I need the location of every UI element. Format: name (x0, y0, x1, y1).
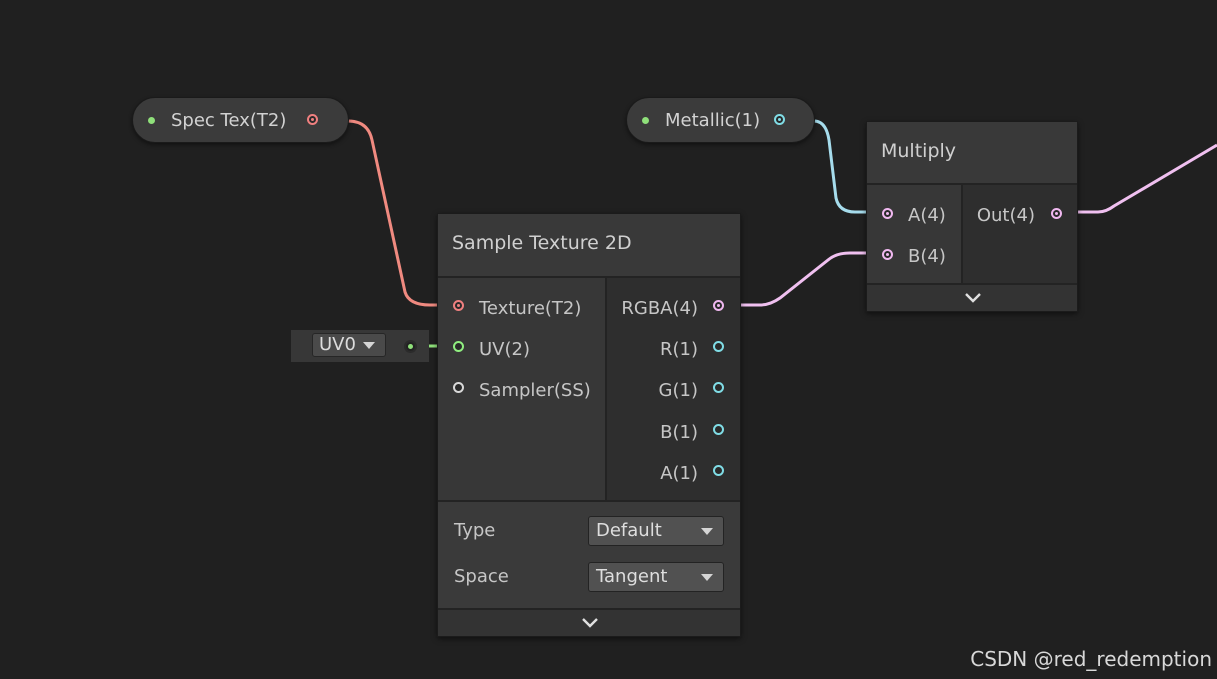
r-output-port[interactable] (713, 341, 724, 352)
space-value: Tangent (596, 566, 668, 587)
rgba-output-label: RGBA(4) (621, 298, 698, 319)
ports-column-divider (605, 278, 607, 500)
b-input-port[interactable] (882, 249, 893, 260)
uv-inline-port[interactable] (406, 342, 415, 351)
sampler-input-port[interactable] (453, 382, 464, 393)
sampler-input-label: Sampler(SS) (479, 380, 591, 401)
type-dropdown[interactable]: Default (588, 516, 724, 546)
a-input-label: A(4) (908, 205, 946, 226)
expand-toggle[interactable] (438, 610, 740, 636)
texture-input-port[interactable] (453, 300, 464, 311)
multiply-node[interactable]: Multiply A(4) B(4) Out(4) (866, 121, 1078, 312)
spec-tex-property-node[interactable]: Spec Tex(T2) (132, 97, 349, 143)
a-input-port[interactable] (882, 208, 893, 219)
texture-input-label: Texture(T2) (479, 298, 582, 319)
out-output-label: Out(4) (976, 205, 1035, 226)
out-output-port[interactable] (1051, 208, 1062, 219)
space-label: Space (454, 566, 509, 587)
uv-channel-value: UV0 (319, 334, 356, 355)
metallic-output-port[interactable] (774, 114, 785, 125)
space-dropdown[interactable]: Tangent (588, 562, 724, 592)
spec-tex-label: Spec Tex(T2) (171, 110, 287, 131)
r-output-label: R(1) (659, 339, 698, 360)
node-title-bar[interactable]: Sample Texture 2D (438, 214, 740, 276)
b-input-label: B(4) (908, 246, 946, 267)
a-output-label: A(1) (660, 463, 698, 484)
ports-column-divider (961, 185, 963, 283)
wire-rgba-to-b (720, 251, 886, 307)
uv-input-label: UV(2) (479, 339, 530, 360)
property-exposed-dot (148, 117, 155, 124)
chevron-down-icon (701, 574, 713, 581)
node-title: Sample Texture 2D (452, 232, 632, 254)
chevron-down-icon (363, 342, 375, 349)
a-output-port[interactable] (713, 465, 724, 476)
type-label: Type (454, 520, 496, 541)
chevron-down-icon (965, 293, 981, 303)
chevron-down-icon (701, 528, 713, 535)
wire-out-to-right (1056, 143, 1217, 214)
b-output-port[interactable] (713, 424, 724, 435)
chevron-down-icon (582, 618, 598, 628)
g-output-port[interactable] (713, 382, 724, 393)
inputs-column (867, 185, 961, 283)
property-exposed-dot (642, 117, 649, 124)
expand-toggle[interactable] (867, 285, 1077, 311)
spec-tex-output-port[interactable] (307, 114, 318, 125)
sample-texture-2d-node[interactable]: Sample Texture 2D Texture(T2) UV(2) Samp… (437, 213, 741, 637)
uv-inline-input: UV0 (291, 330, 429, 362)
metallic-label: Metallic(1) (665, 110, 761, 131)
g-output-label: G(1) (658, 380, 698, 401)
node-title: Multiply (881, 140, 957, 162)
b-output-label: B(1) (660, 422, 698, 443)
metallic-property-node[interactable]: Metallic(1) (626, 97, 815, 143)
type-value: Default (596, 520, 662, 541)
watermark: CSDN @red_redemption (970, 647, 1212, 671)
rgba-output-port[interactable] (713, 300, 724, 311)
uv-channel-dropdown[interactable]: UV0 (312, 333, 386, 357)
uv-input-port[interactable] (453, 341, 464, 352)
node-title-bar[interactable]: Multiply (867, 122, 1077, 183)
